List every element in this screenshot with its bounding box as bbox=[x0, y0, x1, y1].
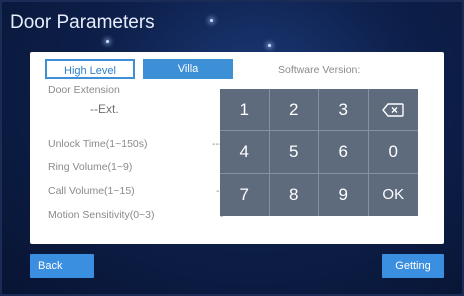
backspace-icon bbox=[382, 102, 404, 117]
getting-button[interactable]: Getting bbox=[382, 254, 444, 278]
key-0[interactable]: 0 bbox=[368, 131, 418, 174]
door-extension-label: Door Extension bbox=[48, 84, 120, 96]
call-volume-label: Call Volume(1~15) bbox=[48, 185, 135, 197]
settings-panel: High Level Villa Software Version: Door … bbox=[30, 52, 444, 244]
key-5[interactable]: 5 bbox=[269, 131, 319, 174]
key-3[interactable]: 3 bbox=[319, 89, 369, 132]
backspace-key[interactable] bbox=[368, 89, 418, 132]
key-4[interactable]: 4 bbox=[220, 131, 270, 174]
numeric-keypad: 1 2 3 4 5 6 0 7 8 9 OK bbox=[220, 89, 418, 216]
ring-volume-label: Ring Volume(1~9) bbox=[48, 161, 133, 173]
star-decoration bbox=[106, 40, 109, 43]
key-2[interactable]: 2 bbox=[269, 89, 319, 132]
tab-high-level[interactable]: High Level bbox=[45, 59, 135, 79]
key-7[interactable]: 7 bbox=[220, 173, 270, 216]
page-title: Door Parameters bbox=[10, 12, 155, 33]
tab-villa[interactable]: Villa bbox=[143, 59, 233, 79]
key-8[interactable]: 8 bbox=[270, 173, 319, 216]
key-1[interactable]: 1 bbox=[220, 89, 270, 132]
software-version-label: Software Version: bbox=[278, 64, 361, 76]
star-decoration bbox=[210, 19, 213, 22]
unlock-time-label: Unlock Time(1~150s) bbox=[48, 138, 148, 150]
key-6[interactable]: 6 bbox=[319, 131, 369, 174]
star-decoration bbox=[268, 44, 271, 47]
back-button[interactable]: Back bbox=[30, 254, 94, 278]
motion-sensitivity-label: Motion Sensitivity(0~3) bbox=[48, 209, 155, 221]
door-extension-value[interactable]: --Ext. bbox=[90, 102, 119, 116]
key-9[interactable]: 9 bbox=[319, 173, 369, 216]
ok-key[interactable]: OK bbox=[369, 174, 419, 216]
